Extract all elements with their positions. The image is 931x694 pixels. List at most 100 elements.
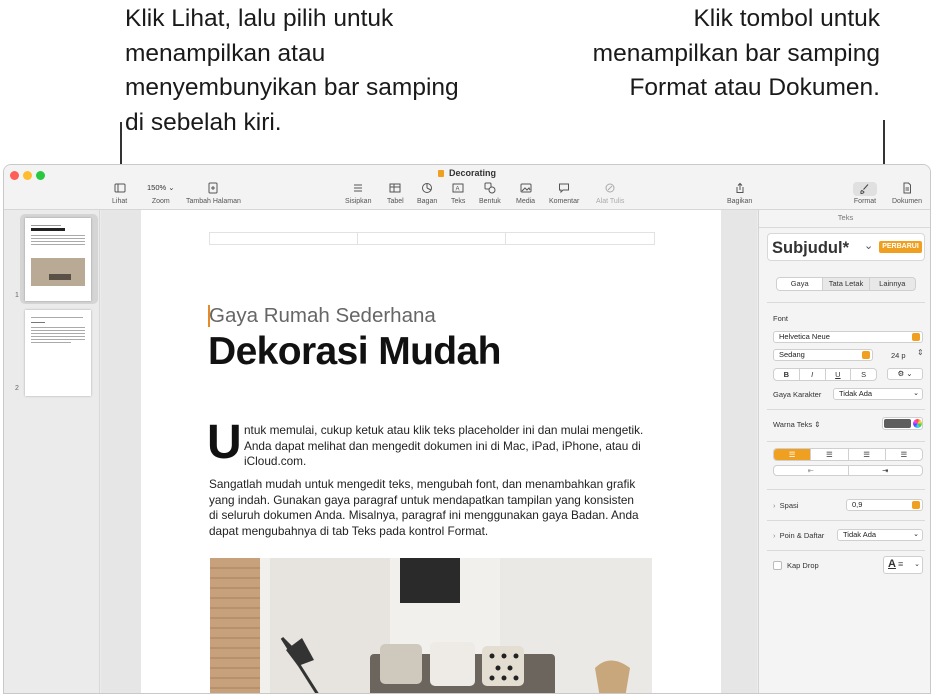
spacing-label: › Spasi bbox=[773, 501, 799, 510]
bullets-label: › Poin & Daftar bbox=[773, 531, 825, 540]
inspector-header: Teks bbox=[837, 213, 854, 222]
room-photo[interactable] bbox=[210, 558, 652, 693]
view-button[interactable]: Lihat bbox=[112, 182, 127, 205]
drop-cap-style-button[interactable]: A ≡ ⌄ bbox=[883, 556, 923, 574]
inspector-tabs: Gaya Tata Letak Lainnya bbox=[776, 277, 916, 291]
tab-tata-letak[interactable]: Tata Letak bbox=[823, 278, 870, 290]
insert-icon bbox=[354, 184, 363, 192]
callout-right: Klik tombol untuk menampilkan bar sampin… bbox=[592, 5, 880, 101]
document-title[interactable]: Dekorasi Mudah bbox=[208, 330, 501, 374]
bullets-select[interactable]: Tidak Ada ⌄ bbox=[837, 529, 923, 541]
chevron-down-icon: ⌄ bbox=[913, 390, 919, 397]
font-size-field[interactable]: 24 p bbox=[891, 351, 906, 360]
font-style-buttons: B I U S bbox=[773, 368, 877, 381]
callout-right-line bbox=[883, 120, 885, 170]
increase-indent-button[interactable]: ⇥ bbox=[849, 466, 923, 475]
table-button[interactable]: Tabel bbox=[387, 182, 404, 205]
chevron-down-icon: ⌄ bbox=[864, 240, 874, 252]
zoom-value: 150% bbox=[147, 183, 167, 192]
comment-icon bbox=[559, 183, 570, 194]
chevron-right-icon: › bbox=[773, 531, 776, 540]
photo-icon bbox=[520, 183, 532, 193]
writing-tools-button[interactable]: Alat Tulis bbox=[596, 182, 624, 205]
header-field-center[interactable] bbox=[357, 232, 506, 245]
zoom-button[interactable]: 150% ⌄ Zoom bbox=[144, 182, 178, 205]
justify-button[interactable]: ☰ bbox=[886, 449, 922, 460]
shape-icon bbox=[484, 182, 496, 194]
writing-tools-icon bbox=[605, 183, 615, 193]
page-number-2: 2 bbox=[15, 385, 19, 392]
chevron-down-icon: ⌄ bbox=[914, 561, 920, 568]
paintbrush-icon bbox=[860, 184, 869, 195]
pages-window: Decorating Lihat 150% ⌄ Zoom Tambah Hala… bbox=[3, 164, 931, 694]
share-icon bbox=[736, 182, 744, 193]
body-paragraph-1[interactable]: ntuk memulai, cukup ketuk atau klik teks… bbox=[244, 423, 644, 470]
page-thumbnail-2[interactable] bbox=[25, 310, 91, 396]
format-button[interactable]: Format bbox=[853, 182, 877, 205]
decrease-indent-button[interactable]: ⇤ bbox=[774, 466, 849, 475]
drop-cap[interactable]: U bbox=[207, 419, 242, 467]
spacing-select[interactable]: 0,9 bbox=[846, 499, 923, 511]
paragraph-style-name: Subjudul* bbox=[772, 239, 849, 257]
document-subtitle[interactable]: Gaya Rumah Sederhana bbox=[209, 304, 436, 328]
drop-cap-preview: A bbox=[888, 558, 896, 570]
tab-lainnya[interactable]: Lainnya bbox=[870, 278, 915, 290]
page-thumbnails-sidebar: 1 2 bbox=[4, 210, 100, 693]
callout-left: Klik Lihat, lalu pilih untuk menampilkan… bbox=[125, 5, 459, 136]
char-style-select[interactable]: Tidak Ada ⌄ bbox=[833, 388, 923, 400]
document-page[interactable]: Gaya Rumah Sederhana Dekorasi Mudah U nt… bbox=[141, 210, 721, 693]
chart-icon bbox=[422, 183, 433, 193]
add-page-button[interactable]: Tambah Halaman bbox=[186, 182, 241, 205]
color-wheel-icon bbox=[913, 419, 922, 428]
document-canvas: Gaya Rumah Sederhana Dekorasi Mudah U nt… bbox=[101, 210, 757, 693]
font-size-stepper[interactable]: ⇕ bbox=[917, 348, 924, 357]
svg-text:A: A bbox=[456, 187, 460, 193]
add-page-icon bbox=[208, 182, 218, 194]
text-box-icon: A bbox=[452, 183, 464, 193]
bold-button[interactable]: B bbox=[774, 369, 800, 380]
chevron-right-icon: › bbox=[773, 501, 776, 510]
comment-button[interactable]: Komentar bbox=[549, 182, 579, 205]
text-button[interactable]: A Teks bbox=[451, 182, 465, 205]
font-name-select[interactable]: Helvetica Neue bbox=[773, 331, 923, 343]
page-thumbnail-1[interactable] bbox=[25, 218, 91, 301]
format-inspector: Teks Subjudul* ⌄ PERBARUI Gaya Tata Leta… bbox=[758, 210, 930, 693]
font-label: Font bbox=[773, 314, 789, 323]
drop-cap-checkbox[interactable] bbox=[773, 561, 782, 570]
align-center-button[interactable]: ☰ bbox=[811, 449, 849, 460]
alignment-buttons: ☰ ☰ ☰ ☰ bbox=[773, 448, 923, 461]
living-room-image bbox=[210, 558, 652, 693]
window-title: Decorating bbox=[4, 168, 930, 178]
italic-button[interactable]: I bbox=[800, 369, 826, 380]
align-left-button[interactable]: ☰ bbox=[774, 449, 812, 460]
paragraph-style-box[interactable]: Subjudul* ⌄ PERBARUI bbox=[767, 233, 925, 261]
page-number-1: 1 bbox=[15, 292, 19, 299]
document-icon bbox=[903, 182, 911, 194]
update-style-button[interactable]: PERBARUI bbox=[879, 241, 922, 253]
align-right-button[interactable]: ☰ bbox=[849, 449, 886, 460]
strikethrough-button[interactable]: S bbox=[851, 369, 876, 380]
chevron-down-icon: ⌄ bbox=[168, 183, 175, 192]
font-weight-select[interactable]: Sedang bbox=[773, 349, 873, 361]
sidebar-icon bbox=[114, 183, 126, 193]
document-icon bbox=[437, 170, 444, 177]
text-options-button[interactable]: ⚙ ⌄ bbox=[887, 368, 923, 380]
tab-gaya[interactable]: Gaya bbox=[777, 278, 824, 290]
media-button[interactable]: Media bbox=[516, 182, 535, 205]
text-color-swatch bbox=[884, 419, 911, 428]
table-icon bbox=[389, 183, 401, 193]
shape-button[interactable]: Bentuk bbox=[479, 182, 501, 205]
text-color-label: Warna Teks ⇕ bbox=[773, 420, 821, 429]
header-field-right[interactable] bbox=[505, 232, 655, 245]
underline-button[interactable]: U bbox=[826, 369, 852, 380]
indent-buttons: ⇤ ⇥ bbox=[773, 465, 923, 476]
text-color-well[interactable] bbox=[882, 417, 923, 430]
chart-button[interactable]: Bagan bbox=[417, 182, 437, 205]
document-button[interactable]: Dokumen bbox=[892, 182, 922, 205]
header-field-left[interactable] bbox=[209, 232, 358, 245]
share-button[interactable]: Bagikan bbox=[727, 182, 752, 205]
chevron-updown-icon: ⇕ bbox=[814, 420, 821, 429]
body-paragraph-2[interactable]: Sangatlah mudah untuk mengedit teks, men… bbox=[209, 477, 645, 539]
gear-icon: ⚙ ⌄ bbox=[897, 369, 913, 378]
insert-button[interactable]: Sisipkan bbox=[345, 182, 371, 205]
